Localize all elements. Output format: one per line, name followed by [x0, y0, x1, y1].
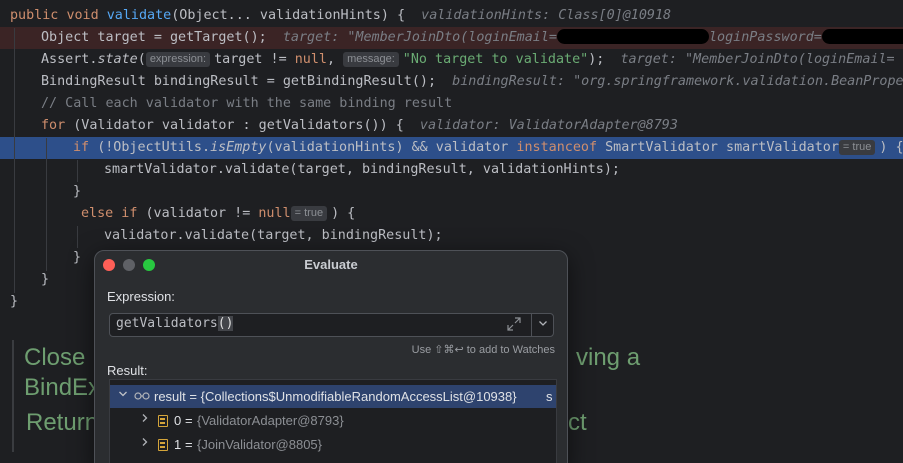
result-item-value: {ValidatorAdapter@8793}	[197, 413, 344, 428]
doc-text: ct	[568, 409, 587, 436]
code-token: }	[73, 250, 82, 265]
indent-guide	[14, 28, 15, 293]
code-line-comment[interactable]: // Call each validator with the same bin…	[0, 93, 903, 115]
field-icon	[158, 439, 168, 451]
field-icon	[158, 415, 168, 427]
redaction-mark	[821, 29, 903, 44]
code-token: ) {	[879, 140, 903, 155]
code-line-execution-point[interactable]: if (!ObjectUtils.isEmpty(validationHints…	[0, 137, 903, 159]
code-line-validate[interactable]: validator.validate(target, bindingResult…	[0, 225, 903, 247]
code-line-method-signature[interactable]: public void validate(Object... validatio…	[0, 5, 903, 27]
code-token: BindingResult bindingResult = getBinding…	[41, 74, 437, 89]
history-dropdown-icon[interactable]	[534, 316, 552, 334]
code-token: Object target = getTarget();	[41, 30, 267, 45]
parameter-hint: expression:	[145, 52, 211, 67]
redaction-mark	[556, 29, 709, 44]
expression-text: getValidators	[116, 316, 218, 331]
result-item-value: {JoinValidator@8805}	[197, 437, 322, 452]
inline-debug-value[interactable]: target: "MemberJoinDto(loginEmail=	[620, 52, 894, 67]
code-token: (	[137, 52, 146, 67]
code-token: null	[258, 206, 291, 221]
doc-text: Close	[24, 344, 86, 371]
code-token: }	[73, 184, 82, 199]
result-root-label: result = {Collections$UnmodifiableRandom…	[154, 389, 517, 404]
result-item-index: 0	[174, 413, 182, 428]
code-token: target !=	[214, 52, 295, 67]
code-line-breakpoint[interactable]: Object target = getTarget(); target: "Me…	[0, 27, 903, 49]
code-token: (validator !=	[145, 206, 259, 221]
expand-editor-icon[interactable]	[506, 317, 522, 333]
code-token: state	[97, 52, 138, 67]
code-token: else if	[81, 206, 146, 221]
code-line-for-loop[interactable]: for (Validator validator : getValidators…	[0, 115, 903, 137]
add-to-watches-hint: Use ⇧⌘↩ to add to Watches	[411, 344, 555, 356]
code-line-smart-validate[interactable]: smartValidator.validate(target, bindingR…	[0, 159, 903, 181]
code-token: );	[588, 52, 605, 67]
doc-text: Return	[26, 409, 99, 436]
code-line-brace[interactable]: }	[0, 181, 903, 203]
result-item-row[interactable]: 0 = {ValidatorAdapter@8793}	[110, 409, 556, 432]
code-token: null	[294, 52, 327, 67]
result-tree[interactable]: result = {Collections$UnmodifiableRandom…	[109, 379, 557, 463]
inline-debug-value[interactable]: target: "MemberJoinDto(loginEmail=	[283, 30, 557, 45]
code-line-assert[interactable]: Assert.state(expression: target != null, …	[0, 49, 903, 71]
inline-debug-value[interactable]: validator: ValidatorAdapter@8793	[420, 118, 678, 133]
inlay-value-hint: = true	[290, 206, 328, 221]
chevron-right-icon[interactable]	[140, 433, 150, 456]
inlay-value-hint: = true	[838, 140, 876, 155]
code-token: ) {	[331, 206, 356, 221]
inline-debug-value[interactable]: bindingResult: "org.springframework.vali…	[452, 74, 903, 89]
code-token: smartValidator.validate(target, bindingR…	[104, 162, 620, 177]
code-token: for	[41, 118, 74, 133]
code-token: (!ObjectUtils.	[97, 140, 211, 155]
code-token: validate	[106, 8, 172, 23]
doc-comment-bar	[12, 340, 14, 452]
code-line-binding-result[interactable]: BindingResult bindingResult = getBinding…	[0, 71, 903, 93]
code-token: public	[10, 8, 67, 23]
code-comment: // Call each validator with the same bin…	[41, 96, 453, 111]
doc-text: ving a	[576, 344, 641, 371]
expression-label: Expression:	[107, 289, 175, 304]
code-token: isEmpty	[210, 140, 267, 155]
dropdown-separator	[531, 314, 532, 336]
watch-glasses-icon	[134, 385, 150, 408]
code-token: (Validator validator : getValidators()) …	[73, 118, 404, 133]
code-token: validator.validate(target, bindingResult…	[104, 228, 443, 243]
code-token: SmartValidator smartValidator	[605, 140, 839, 155]
indent-guide	[77, 160, 78, 182]
evaluate-dialog[interactable]: Evaluate Expression: getValidators() Use…	[94, 250, 568, 463]
inline-debug-value[interactable]: loginPassword=	[709, 30, 822, 45]
indent-guide	[77, 226, 78, 248]
parameter-hint: message:	[343, 52, 399, 67]
result-root-row[interactable]: result = {Collections$UnmodifiableRandom…	[110, 385, 556, 408]
code-token: }	[41, 272, 50, 287]
inline-debug-value[interactable]: validationHints: Class[0]@10918	[421, 8, 671, 23]
code-token: "No target to validate"	[402, 52, 589, 67]
expression-input[interactable]: getValidators()	[109, 313, 554, 337]
expression-parens: ()	[217, 316, 234, 331]
code-token: }	[10, 294, 19, 309]
doc-text: BindEx	[24, 374, 101, 401]
chevron-right-icon[interactable]	[140, 409, 150, 432]
indent-guide	[46, 138, 47, 271]
result-item-index: 1	[174, 437, 182, 452]
code-token: Assert.	[41, 52, 98, 67]
code-token: (validationHints) && validator	[266, 140, 517, 155]
chevron-down-icon[interactable]	[118, 385, 128, 408]
code-token: void	[66, 8, 107, 23]
code-line-else-if[interactable]: else if (validator != null = true) {	[0, 203, 903, 225]
code-token: ,	[326, 52, 344, 67]
result-root-trail: s	[546, 389, 553, 404]
code-token: if	[73, 140, 98, 155]
code-token: instanceof	[516, 140, 606, 155]
dialog-title: Evaluate	[304, 257, 358, 272]
code-token: (Object... validationHints) {	[171, 8, 406, 23]
result-item-row[interactable]: 1 = {JoinValidator@8805}	[110, 433, 556, 456]
result-label: Result:	[107, 363, 148, 378]
